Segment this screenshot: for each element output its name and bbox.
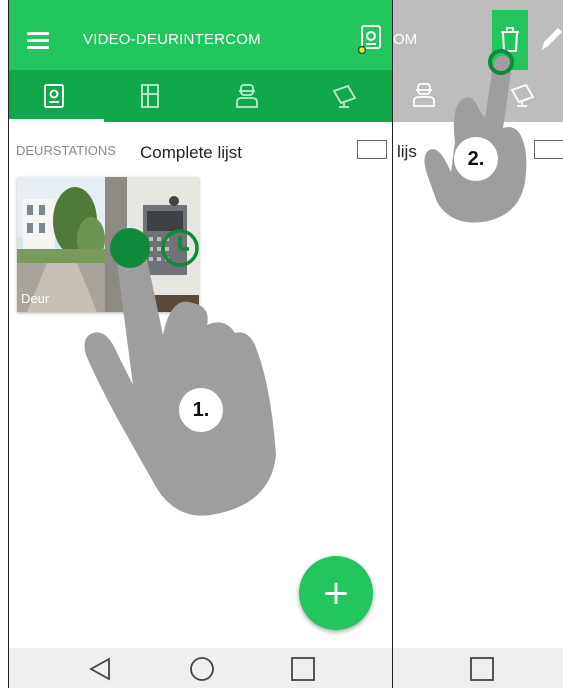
tap-indicator-icon [110, 228, 150, 268]
app-title: VIDEO-DEURINTERCOM [83, 31, 261, 48]
select-all-checkbox[interactable] [357, 140, 387, 159]
camera-icon [332, 84, 357, 108]
active-tab-indicator [9, 119, 104, 122]
thumbnail-label: Deur [21, 291, 50, 306]
hamburger-menu-icon[interactable] [27, 32, 49, 49]
pointing-hand-icon [84, 238, 276, 516]
right-app-title: OM [393, 31, 418, 48]
section-label: DEURSTATIONS [16, 143, 116, 158]
android-nav-bar [9, 648, 392, 688]
step-badge-1: 1. [179, 388, 223, 432]
edit-pencil-icon[interactable] [538, 24, 562, 54]
person-icon [236, 84, 258, 108]
right-android-nav-bar [393, 648, 563, 688]
list-filter-label[interactable]: Complete lijst [140, 143, 242, 163]
tap-indicator-icon [488, 49, 514, 75]
tab-intercom[interactable] [19, 70, 89, 122]
plus-icon: + [321, 573, 351, 613]
add-door-station-button[interactable]: + [299, 556, 373, 630]
step-badge-2: 2. [454, 137, 498, 181]
home-icon[interactable] [189, 656, 215, 682]
intercom-monitor-icon[interactable] [358, 24, 384, 54]
tab-person[interactable] [212, 70, 282, 122]
tab-camera[interactable] [309, 70, 379, 122]
intercom-panel-icon [44, 84, 64, 108]
right-list-label: lijs [397, 142, 417, 161]
right-phone-screen: OM lijs 2. [393, 0, 563, 688]
tab-door[interactable] [115, 70, 185, 122]
door-icon [141, 84, 159, 108]
left-phone-screen: VIDEO-DEURINTERCOM DEURSTATIONS Complete… [8, 0, 393, 688]
app-bar: VIDEO-DEURINTERCOM [9, 0, 392, 70]
tab-bar [9, 70, 392, 122]
recents-icon[interactable] [290, 656, 316, 682]
recents-icon[interactable] [469, 656, 495, 682]
back-icon[interactable] [87, 656, 113, 682]
